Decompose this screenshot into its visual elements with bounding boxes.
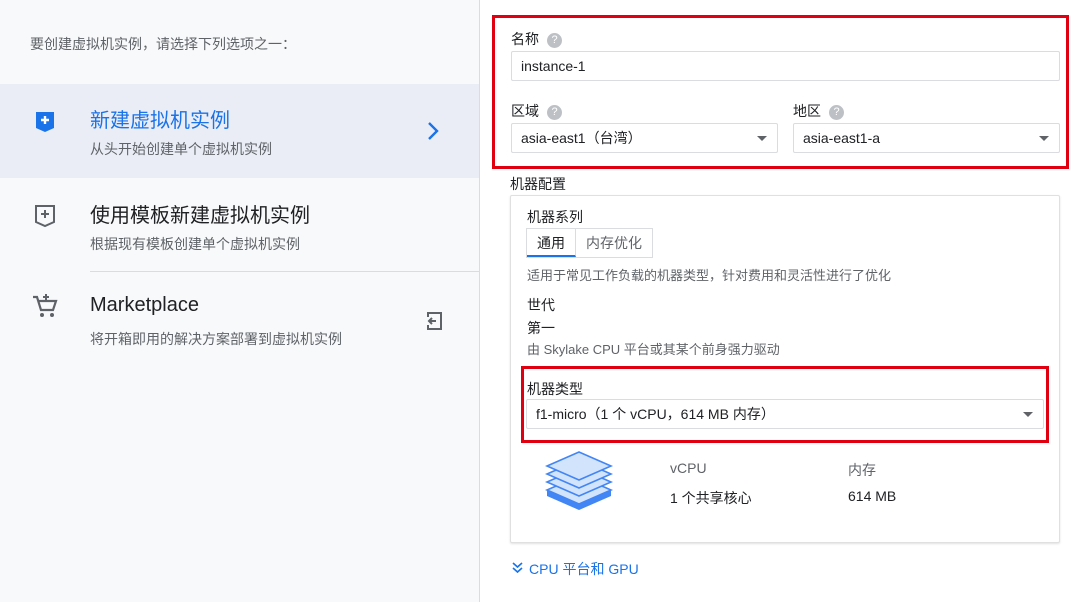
option-new-vm-subtitle: 从头开始创建单个虚拟机实例: [90, 141, 272, 157]
generation-description: 由 Skylake CPU 平台或其某个前身强力驱动: [527, 342, 780, 357]
expand-chevrons-icon: [512, 562, 523, 574]
option-template-vm-title: 使用模板新建虚拟机实例: [90, 205, 310, 227]
creation-options-panel: 要创建虚拟机实例，请选择下列选项之一： 新建虚拟机实例 从头开始创建单个虚拟机实…: [0, 0, 480, 602]
machine-family-label: 机器系列: [527, 209, 583, 225]
machine-family-description: 适用于常见工作负载的机器类型，针对费用和灵活性进行了优化: [527, 268, 892, 283]
tab-general[interactable]: 通用: [527, 229, 576, 257]
name-region-highlight-box: [492, 15, 1069, 169]
memory-value: 614 MB: [848, 488, 897, 504]
option-template-vm[interactable]: 使用模板新建虚拟机实例 根据现有模板创建单个虚拟机实例: [0, 178, 479, 272]
generation-label: 世代: [527, 297, 555, 313]
vcpu-label: vCPU: [670, 460, 707, 476]
stacked-layers-icon: [545, 451, 613, 510]
cpu-gpu-link-text: CPU 平台和 GPU: [529, 561, 639, 577]
new-vm-icon: [36, 112, 54, 132]
generation-value: 第一: [527, 320, 555, 336]
vcpu-value: 1 个共享核心: [670, 490, 752, 506]
cart-icon: [33, 294, 58, 317]
open-external-icon: [427, 312, 442, 330]
machine-family-tabs: 通用 内存优化: [526, 228, 653, 258]
option-marketplace-subtitle: 将开箱即用的解决方案部署到虚拟机实例: [90, 331, 342, 347]
machine-config-label: 机器配置: [510, 176, 566, 192]
machine-type-highlight-box: [521, 366, 1049, 443]
chevron-right-icon: [428, 122, 439, 140]
option-template-vm-subtitle: 根据现有模板创建单个虚拟机实例: [90, 236, 300, 252]
cpu-gpu-expander[interactable]: CPU 平台和 GPU: [512, 559, 639, 579]
option-marketplace[interactable]: Marketplace 将开箱即用的解决方案部署到虚拟机实例: [0, 272, 479, 366]
option-marketplace-title: Marketplace: [90, 294, 199, 316]
tab-memory-optimized[interactable]: 内存优化: [576, 229, 652, 257]
option-new-vm-title: 新建虚拟机实例: [90, 110, 230, 132]
template-vm-icon: [35, 205, 55, 228]
instance-form: 名称? instance-1 区域? asia-east1（台湾） 地区? as…: [481, 0, 1071, 602]
intro-text: 要创建虚拟机实例，请选择下列选项之一：: [30, 36, 296, 52]
option-new-vm[interactable]: 新建虚拟机实例 从头开始创建单个虚拟机实例: [0, 84, 479, 178]
memory-label: 内存: [848, 462, 876, 478]
